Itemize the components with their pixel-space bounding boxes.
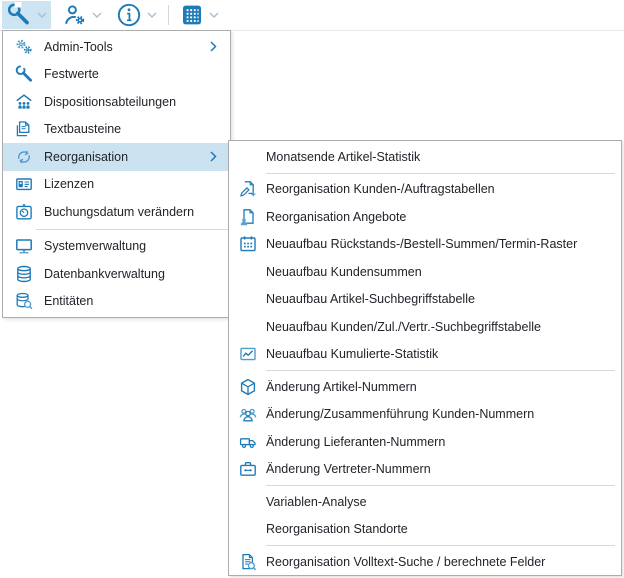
wrench-icon: [3, 64, 44, 84]
menu-item-datenbankverwaltung[interactable]: Datenbankverwaltung: [3, 260, 230, 288]
menu-item-label: Dispositionsabteilungen: [44, 95, 230, 109]
submenu-item-label: Änderung/Zusammenführung Kunden-Nummern: [266, 407, 621, 421]
database-icon: [3, 264, 44, 284]
database-search-icon: [3, 291, 44, 311]
calculator-menu-button[interactable]: [176, 1, 223, 29]
reorganisation-submenu: Monatsende Artikel-Statistik Reorganisat…: [228, 140, 622, 576]
submenu-item-aenderung-artikel-nummern[interactable]: Änderung Artikel-Nummern: [229, 373, 621, 401]
calendar-grid-icon: [229, 234, 266, 254]
submenu-item-reorg-angebote[interactable]: Reorganisation Angebote: [229, 203, 621, 231]
menu-item-label: Datenbankverwaltung: [44, 267, 230, 281]
submenu-item-neuaufbau-rueckstand[interactable]: Neuaufbau Rückstands-/Bestell-Summen/Ter…: [229, 231, 621, 259]
tools-menu-button[interactable]: [2, 1, 51, 29]
admin-dropdown-menu: Admin-Tools Festwerte: [2, 30, 231, 318]
chevron-down-icon[interactable]: [37, 12, 47, 18]
menu-item-dispositionsabteilungen[interactable]: Dispositionsabteilungen: [3, 88, 230, 116]
submenu-item-variablen-analyse[interactable]: Variablen-Analyse: [229, 488, 621, 516]
line-chart-icon: [229, 344, 266, 364]
submenu-arrow-icon: [210, 41, 230, 52]
info-icon: [116, 2, 142, 28]
submenu-item-label: Reorganisation Standorte: [266, 522, 621, 536]
document-person-icon: [229, 207, 266, 227]
menu-item-admin-tools[interactable]: Admin-Tools: [3, 33, 230, 61]
menu-item-reorganisation[interactable]: Reorganisation: [3, 143, 230, 171]
submenu-separator: [266, 485, 615, 486]
submenu-separator: [266, 370, 615, 371]
menu-item-label: Festwerte: [44, 67, 230, 81]
submenu-item-label: Änderung Vertreter-Nummern: [266, 462, 621, 476]
menu-separator: [36, 229, 230, 230]
toolbar: [0, 0, 624, 31]
monitor-icon: [3, 236, 44, 256]
menu-item-buchungsdatum[interactable]: Buchungsdatum verändern: [3, 198, 230, 226]
id-card-icon: [3, 174, 44, 194]
submenu-item-label: Variablen-Analyse: [266, 495, 621, 509]
submenu-separator: [266, 173, 615, 174]
user-gear-icon: [63, 3, 87, 27]
document-search-icon: [229, 552, 266, 572]
truck-icon: [229, 432, 266, 452]
chevron-down-icon[interactable]: [147, 12, 157, 18]
menu-item-label: Entitäten: [44, 294, 230, 308]
gears-icon: [3, 37, 44, 57]
submenu-item-label: Reorganisation Kunden-/Auftragstabellen: [266, 182, 621, 196]
submenu-item-label: Änderung Artikel-Nummern: [266, 380, 621, 394]
submenu-arrow-icon: [210, 151, 230, 162]
user-admin-menu-button[interactable]: [59, 1, 106, 29]
people-group-icon: [229, 404, 266, 424]
menu-item-label: Systemverwaltung: [44, 239, 230, 253]
toolbar-separator: [168, 5, 169, 25]
submenu-item-label: Reorganisation Angebote: [266, 210, 621, 224]
submenu-separator: [266, 545, 615, 546]
info-menu-button[interactable]: [112, 1, 161, 29]
submenu-item-neuaufbau-kunden-suchbegriff[interactable]: Neuaufbau Kunden/Zul./Vertr.-Suchbegriff…: [229, 313, 621, 341]
submenu-item-aenderung-lieferanten-nummern[interactable]: Änderung Lieferanten-Nummern: [229, 428, 621, 456]
submenu-item-label: Neuaufbau Kunden/Zul./Vertr.-Suchbegriff…: [266, 320, 621, 334]
app-window: Admin-Tools Festwerte: [0, 0, 624, 578]
building-people-icon: [3, 92, 44, 112]
submenu-item-reorg-standorte[interactable]: Reorganisation Standorte: [229, 516, 621, 544]
submenu-item-label: Neuaufbau Kumulierte-Statistik: [266, 347, 621, 361]
menu-item-entitaeten[interactable]: Entitäten: [3, 288, 230, 316]
menu-item-label: Textbausteine: [44, 122, 230, 136]
submenu-item-label: Reorganisation Volltext-Suche / berechne…: [266, 555, 621, 569]
submenu-item-neuaufbau-artikel-suchbegriff[interactable]: Neuaufbau Artikel-Suchbegriffstabelle: [229, 286, 621, 314]
sync-icon: [3, 147, 44, 167]
submenu-item-label: Monatsende Artikel-Statistik: [266, 150, 621, 164]
wrench-icon: [6, 2, 32, 28]
submenu-item-reorg-volltext-suche[interactable]: Reorganisation Volltext-Suche / berechne…: [229, 548, 621, 576]
submenu-item-aenderung-kunden-nummern[interactable]: Änderung/Zusammenführung Kunden-Nummern: [229, 401, 621, 429]
chevron-down-icon[interactable]: [209, 12, 219, 18]
documents-icon: [3, 119, 44, 139]
document-edit-icon: [229, 179, 266, 199]
submenu-item-label: Änderung Lieferanten-Nummern: [266, 435, 621, 449]
calculator-icon: [180, 3, 204, 27]
submenu-item-monatsende-artikel-statistik[interactable]: Monatsende Artikel-Statistik: [229, 143, 621, 171]
submenu-item-label: Neuaufbau Rückstands-/Bestell-Summen/Ter…: [266, 237, 621, 251]
cube-icon: [229, 377, 266, 397]
stopwatch-icon: [3, 202, 44, 222]
submenu-item-reorg-kunden-auftragstabellen[interactable]: Reorganisation Kunden-/Auftragstabellen: [229, 176, 621, 204]
submenu-item-label: Neuaufbau Kundensummen: [266, 265, 621, 279]
submenu-item-aenderung-vertreter-nummern[interactable]: Änderung Vertreter-Nummern: [229, 456, 621, 484]
menu-item-label: Reorganisation: [44, 150, 210, 164]
menu-item-lizenzen[interactable]: Lizenzen: [3, 171, 230, 199]
briefcase-icon: [229, 459, 266, 479]
submenu-item-label: Neuaufbau Artikel-Suchbegriffstabelle: [266, 292, 621, 306]
chevron-down-icon[interactable]: [92, 12, 102, 18]
menu-item-systemverwaltung[interactable]: Systemverwaltung: [3, 233, 230, 261]
menu-item-label: Lizenzen: [44, 177, 230, 191]
menu-item-label: Buchungsdatum verändern: [44, 205, 230, 219]
menu-item-label: Admin-Tools: [44, 40, 210, 54]
submenu-item-neuaufbau-kumulierte-statistik[interactable]: Neuaufbau Kumulierte-Statistik: [229, 341, 621, 369]
menu-item-textbausteine[interactable]: Textbausteine: [3, 116, 230, 144]
submenu-item-neuaufbau-kundensummen[interactable]: Neuaufbau Kundensummen: [229, 258, 621, 286]
menu-item-festwerte[interactable]: Festwerte: [3, 61, 230, 89]
